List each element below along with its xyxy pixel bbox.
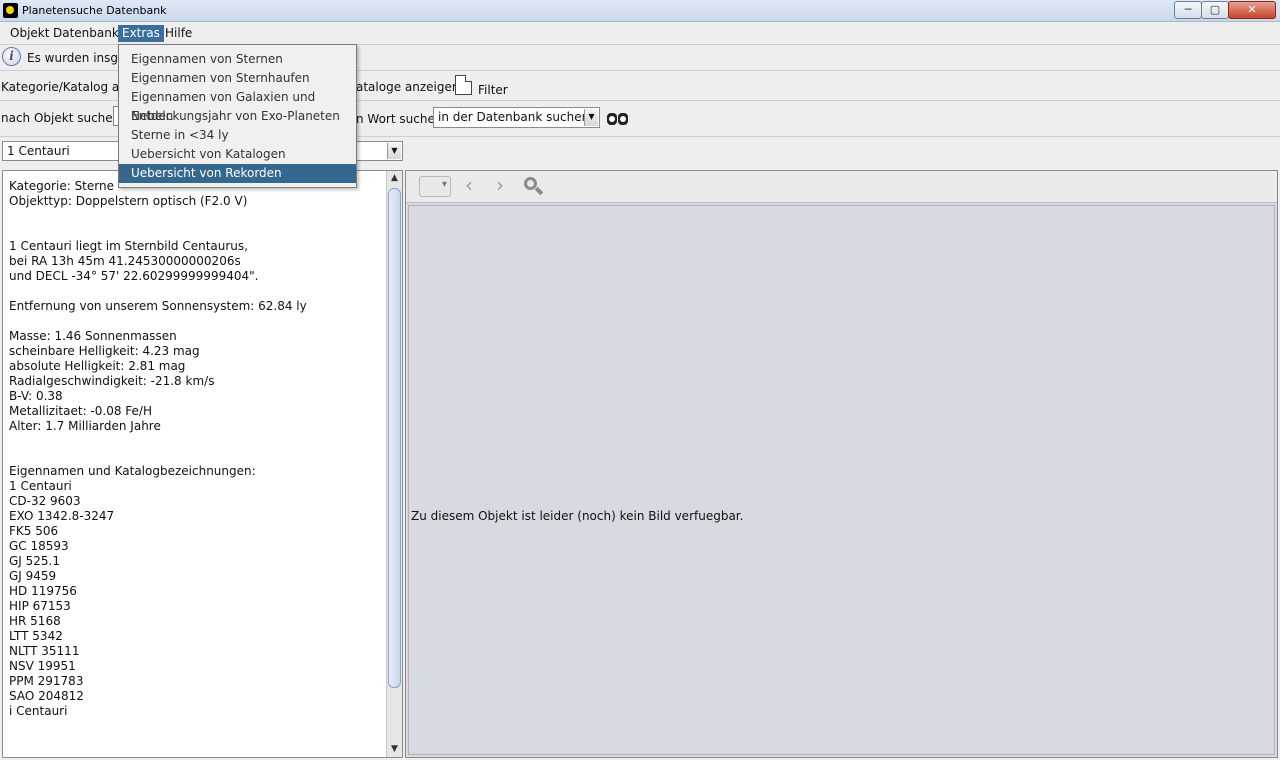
filter-label[interactable]: Filter [478, 83, 508, 97]
detail-line: HD 119756 [9, 584, 77, 598]
image-area: Zu diesem Objekt ist leider (noch) kein … [408, 205, 1275, 755]
menu-item-uebersicht-rekorde[interactable]: Uebersicht von Rekorden [119, 164, 356, 183]
menu-item-entdeckungsjahr[interactable]: Entdeckungsjahr von Exo-Planeten [119, 107, 356, 126]
detail-line: B-V: 0.38 [9, 389, 63, 403]
detail-line [9, 449, 379, 464]
next-image-icon[interactable]: › [490, 175, 510, 196]
detail-line: Entfernung von unserem Sonnensystem: 62.… [9, 299, 307, 313]
menu-bar: Objekt Datenbank Extras Hilfe [0, 23, 1280, 44]
detail-line: 1 Centauri liegt im Sternbild Centaurus, [9, 239, 248, 253]
menu-item-eigennamen-sternhaufen[interactable]: Eigennamen von Sternhaufen [119, 69, 356, 88]
previous-image-icon[interactable]: ‹ [459, 175, 479, 196]
detail-line: HR 5168 [9, 614, 61, 628]
show-catalogs-label[interactable]: ataloge anzeigen [356, 80, 459, 94]
object-details-text: Kategorie: Sterne Objekttyp: Doppelstern … [9, 179, 379, 719]
title-bar: Planetensuche Datenbank ─ ▢ ✕ [0, 0, 1280, 22]
detail-line: Eigennamen und Katalogbezeichnungen: [9, 464, 256, 478]
detail-line: Metallizitaet: -0.08 Fe/H [9, 404, 152, 418]
app-icon [3, 3, 18, 18]
menu-item-eigennamen-sterne[interactable]: Eigennamen von Sternen [119, 50, 356, 69]
detail-line [9, 284, 379, 299]
image-select[interactable] [419, 176, 451, 197]
detail-line: scheinbare Helligkeit: 4.23 mag [9, 344, 200, 358]
image-panel: ‹ › Zu diesem Objekt ist leider (noch) k… [405, 170, 1278, 758]
detail-line: EXO 1342.8-3247 [9, 509, 115, 523]
detail-line: PPM 291783 [9, 674, 84, 688]
maximize-button[interactable]: ▢ [1201, 1, 1229, 19]
detail-line: NLTT 35111 [9, 644, 80, 658]
chevron-down-icon[interactable]: ▼ [387, 143, 401, 159]
menu-datenbank[interactable]: Datenbank [49, 25, 123, 42]
zoom-icon[interactable] [523, 176, 545, 198]
detail-line: NSV 19951 [9, 659, 76, 673]
detail-line: Masse: 1.46 Sonnenmassen [9, 329, 177, 343]
detail-line: LTT 5342 [9, 629, 63, 643]
details-scrollbar[interactable]: ▲ ▼ [386, 171, 402, 757]
menu-item-sterne-34ly[interactable]: Sterne in <34 ly [119, 126, 356, 145]
scroll-down-icon[interactable]: ▼ [387, 742, 402, 757]
window-title: Planetensuche Datenbank [22, 4, 167, 17]
scroll-up-icon[interactable]: ▲ [387, 171, 402, 186]
scroll-thumb[interactable] [388, 188, 401, 688]
menu-item-uebersicht-kataloge[interactable]: Uebersicht von Katalogen [119, 145, 356, 164]
detail-line [9, 314, 379, 329]
detail-line: und DECL -34° 57' 22.60299999999404". [9, 269, 259, 283]
detail-line [9, 224, 379, 239]
detail-line: SAO 204812 [9, 689, 84, 703]
minimize-button[interactable]: ─ [1174, 1, 1202, 19]
object-details-panel: Kategorie: Sterne Objekttyp: Doppelstern … [2, 170, 403, 758]
extras-dropdown-menu: Eigennamen von Sternen Eigennamen von St… [118, 44, 357, 188]
chevron-down-icon[interactable]: ▼ [584, 109, 598, 126]
info-icon: i [2, 47, 21, 66]
detail-line: HIP 67153 [9, 599, 71, 613]
detail-line: Alter: 1.7 Milliarden Jahre [9, 419, 161, 433]
image-toolbar: ‹ › [406, 171, 1277, 203]
menu-extras[interactable]: Extras [118, 25, 164, 42]
menu-objekt[interactable]: Objekt [6, 25, 53, 42]
detail-line: FK5 506 [9, 524, 59, 538]
info-text: Es wurden insge [27, 51, 126, 65]
detail-line [9, 434, 379, 449]
detail-line: absolute Helligkeit: 2.81 mag [9, 359, 186, 373]
object-search-label: nach Objekt suchen: [1, 111, 125, 125]
close-button[interactable]: ✕ [1228, 1, 1276, 19]
detail-line [9, 209, 379, 224]
menu-item-eigennamen-galaxien[interactable]: Eigennamen von Galaxien und Nebeln [119, 88, 356, 123]
detail-line: Objekttyp: Doppelstern optisch (F2.0 V) [9, 194, 248, 208]
object-select-value: 1 Centauri [7, 144, 70, 158]
detail-line: Radialgeschwindigkeit: -21.8 km/s [9, 374, 215, 388]
detail-line: GJ 9459 [9, 569, 57, 583]
search-scope-value: in der Datenbank suchen [438, 110, 590, 124]
detail-line: GC 18593 [9, 539, 69, 553]
menu-hilfe[interactable]: Hilfe [161, 25, 196, 42]
detail-line: 1 Centauri [9, 479, 72, 493]
category-label: Kategorie/Katalog aus [1, 80, 134, 94]
detail-line: i Centauri [9, 704, 68, 718]
binoculars-search-icon[interactable] [606, 107, 630, 127]
search-scope-select[interactable]: in der Datenbank suchen ▼ [433, 107, 600, 128]
no-image-message: Zu diesem Objekt ist leider (noch) kein … [411, 509, 744, 523]
detail-line: bei RA 13h 45m 41.24530000000206s [9, 254, 241, 268]
detail-line: CD-32 9603 [9, 494, 81, 508]
document-icon[interactable] [455, 75, 472, 95]
word-search-label: n Wort suchen [356, 112, 443, 126]
detail-line: GJ 525.1 [9, 554, 61, 568]
